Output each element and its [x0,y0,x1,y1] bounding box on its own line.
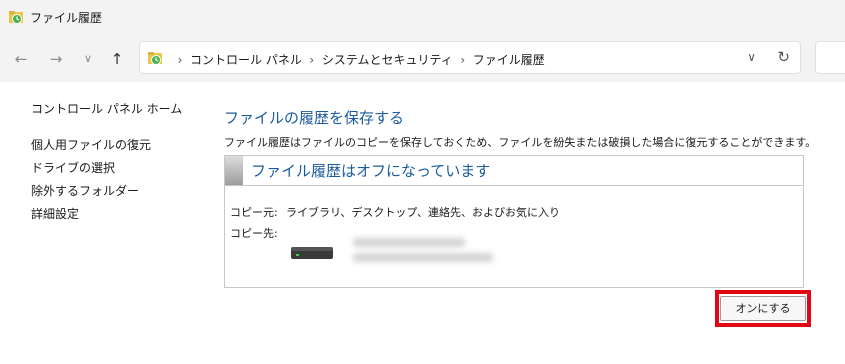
drive-space-redacted [353,253,493,262]
sidebar-item-restore-files[interactable]: 個人用ファイルの復元 [31,136,151,159]
turn-on-button[interactable]: オンにする [720,296,806,321]
breadcrumb-control-panel[interactable]: コントロール パネル [190,53,302,67]
sidebar-item-exclude-folders[interactable]: 除外するフォルダー [31,182,151,205]
chevron-down-icon: ∨ [747,50,756,64]
back-button[interactable]: ← [12,50,30,68]
arrow-left-icon: ← [14,50,28,68]
refresh-icon: ↻ [777,48,790,66]
file-history-icon [9,11,23,24]
title-bar: ファイル履歴 [0,0,845,34]
window-title: ファイル履歴 [30,11,103,25]
sidebar-links: 個人用ファイルの復元 ドライブの選択 除外するフォルダー 詳細設定 [31,136,151,228]
address-dropdown-button[interactable]: ∨ [747,50,756,64]
copy-from-label: コピー元: [230,206,278,219]
page-title: ファイルの履歴を保存する [224,109,405,127]
breadcrumb-system-security[interactable]: システムとセキュリティ [322,53,453,67]
chevron-right-icon: › [177,53,183,67]
sidebar-item-advanced-settings[interactable]: 詳細設定 [31,205,151,228]
forward-button[interactable]: → [47,50,65,68]
sidebar-control-panel-home[interactable]: コントロール パネル ホーム [31,100,182,117]
up-button[interactable]: ↑ [108,50,126,68]
drive-icon [291,247,333,259]
copy-to-label: コピー先: [230,227,278,240]
chevron-right-icon: › [460,53,466,67]
status-panel: ファイル履歴はオフになっています コピー元: ライブラリ、デスクトップ、連絡先、… [224,155,804,288]
address-bar[interactable]: › コントロール パネル › システムとセキュリティ › ファイル履歴 ∨ ↻ [139,41,801,74]
arrow-right-icon: → [49,50,63,68]
sidebar-item-select-drive[interactable]: ドライブの選択 [31,159,151,182]
breadcrumb-file-history[interactable]: ファイル履歴 [473,53,545,67]
arrow-up-icon: ↑ [110,50,124,68]
breadcrumb: › コントロール パネル › システムとセキュリティ › ファイル履歴 [170,51,545,68]
chevron-down-icon: ∨ [83,52,93,65]
copy-from-value: ライブラリ、デスクトップ、連絡先、およびお気に入り [286,206,561,219]
file-history-icon [148,52,162,65]
status-heading: ファイル履歴はオフになっています [251,162,491,180]
recent-locations-button[interactable]: ∨ [79,50,97,68]
page-description: ファイル履歴はファイルのコピーを保存しておくため、ファイルを紛失または破損した場… [224,136,817,149]
status-stripe [225,156,243,185]
refresh-button[interactable]: ↻ [777,48,790,66]
drive-name-redacted [353,238,465,247]
search-input[interactable] [815,41,845,74]
chevron-right-icon: › [309,53,315,67]
status-header: ファイル履歴はオフになっています [225,156,803,186]
